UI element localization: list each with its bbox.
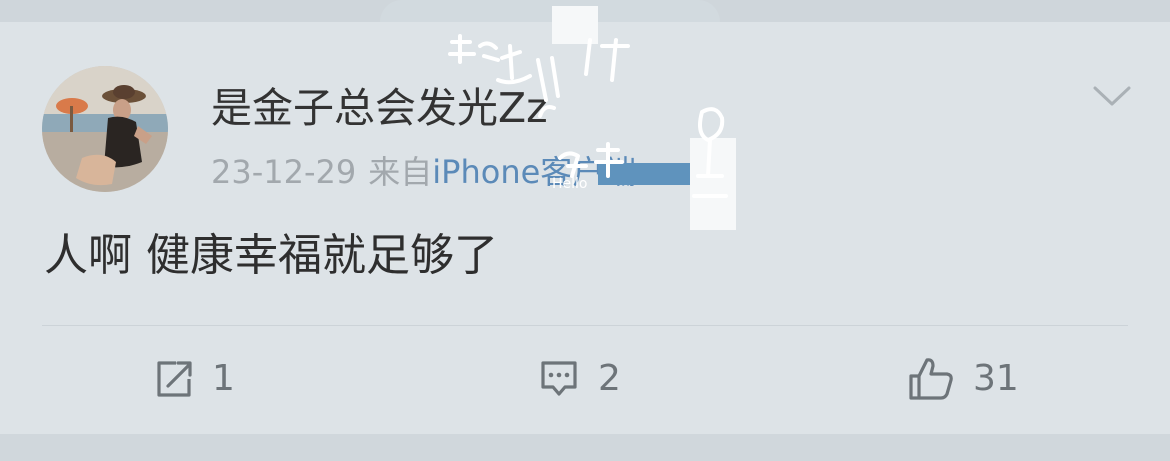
post-date: 23-12-29 <box>211 153 357 191</box>
thumbs-up-icon <box>909 358 953 400</box>
chevron-down-icon[interactable] <box>1092 84 1132 108</box>
handwritten-sticker: Hello <box>448 34 728 198</box>
divider <box>42 325 1128 326</box>
repost-button[interactable]: 1 <box>154 356 235 402</box>
repost-count: 1 <box>212 358 235 399</box>
post-text: 人啊 健康幸福就足够了 <box>44 230 498 281</box>
like-count: 31 <box>973 358 1019 399</box>
share-icon <box>157 361 192 397</box>
sticker-text: Hello <box>552 176 588 192</box>
comment-count: 2 <box>598 358 621 399</box>
comment-icon <box>541 361 577 396</box>
avatar[interactable] <box>42 66 168 192</box>
bottom-strip <box>0 434 1170 461</box>
like-button[interactable]: 31 <box>907 356 1019 402</box>
avatar-image <box>42 66 168 192</box>
from-label: 来自 <box>368 153 433 191</box>
comment-button[interactable]: 2 <box>538 356 621 402</box>
